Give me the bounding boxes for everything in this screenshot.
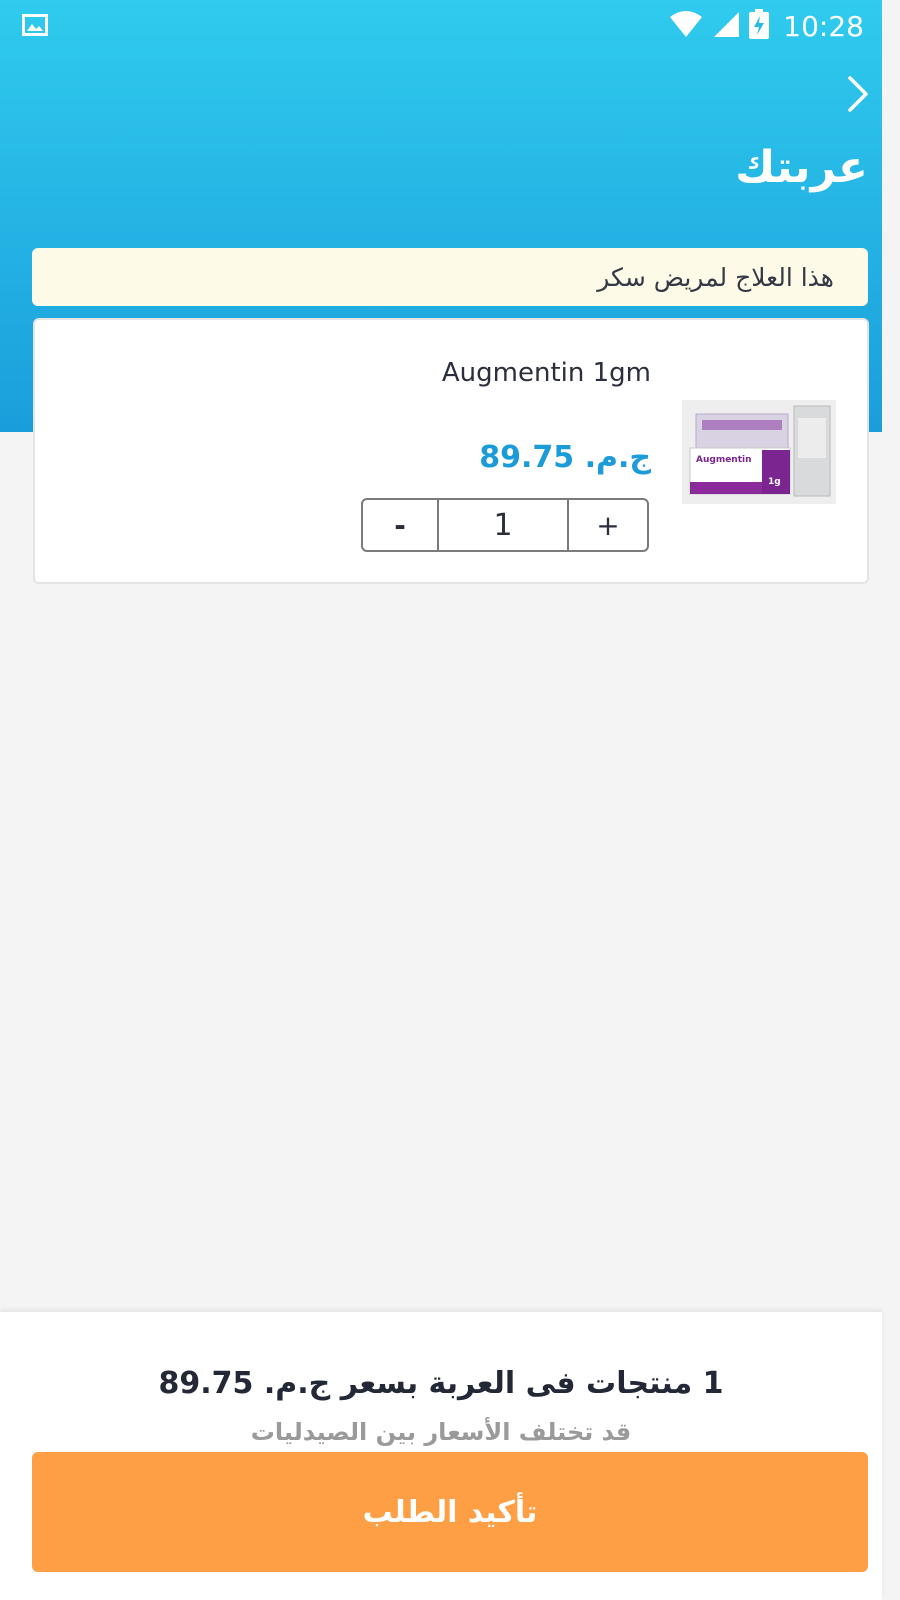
cart-note-text: هذا العلاج لمريض سكر — [597, 262, 834, 292]
product-price: ج.م. 89.75 — [479, 440, 651, 475]
signal-icon — [711, 10, 741, 42]
product-image-brand: Augmentin — [696, 455, 752, 465]
product-image-strength: 1g — [768, 477, 781, 487]
quantity-value[interactable]: 1 — [439, 500, 569, 550]
gallery-icon — [22, 14, 48, 36]
page-title: عربتك — [735, 142, 868, 193]
decrease-quantity-button[interactable]: - — [363, 500, 439, 550]
wifi-icon — [669, 10, 703, 42]
confirm-order-button[interactable]: تأكيد الطلب — [32, 1452, 868, 1572]
cart-item-card: Augmentin 1gm ج.م. 89.75 Augmentin 1g - … — [33, 318, 869, 584]
checkout-panel: 1 منتجات فى العربة بسعر ج.م. 89.75 قد تخ… — [0, 1312, 882, 1600]
product-image: Augmentin 1g — [682, 400, 836, 504]
back-button[interactable] — [838, 74, 878, 118]
chevron-right-icon — [846, 75, 870, 117]
price-disclaimer: قد تختلف الأسعار بين الصيدليات — [250, 1418, 632, 1446]
battery-charging-icon — [749, 9, 770, 43]
cart-note[interactable]: هذا العلاج لمريض سكر — [32, 248, 868, 306]
status-time: 10:28 — [783, 9, 864, 43]
cart-summary: 1 منتجات فى العربة بسعر ج.م. 89.75 — [158, 1366, 724, 1401]
increase-quantity-button[interactable]: + — [569, 500, 647, 550]
status-bar: 10:28 — [0, 0, 882, 52]
quantity-stepper: - 1 + — [361, 498, 649, 552]
product-name: Augmentin 1gm — [441, 358, 651, 388]
status-icons: 10:28 — [669, 8, 864, 44]
